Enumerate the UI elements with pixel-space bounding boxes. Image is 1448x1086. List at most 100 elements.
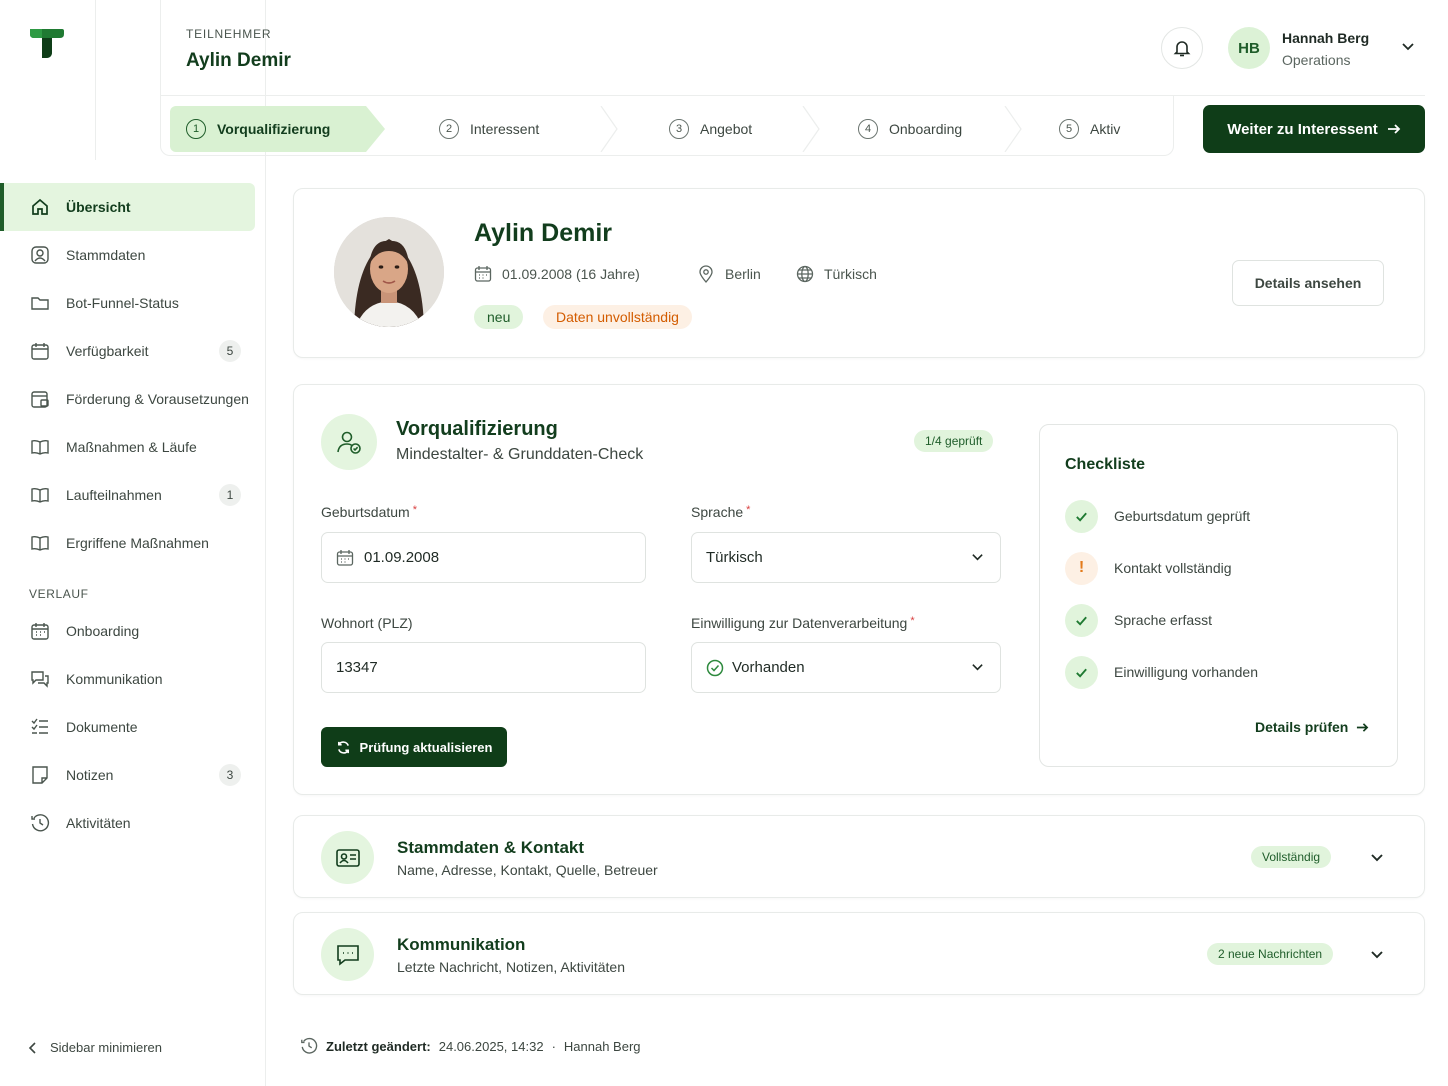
book-icon (30, 437, 50, 457)
check-icon (1065, 603, 1098, 637)
arrow-right-icon (1356, 721, 1369, 734)
consent-label: Einwilligung zur Datenverarbeitung * (691, 615, 915, 631)
home-icon (30, 197, 50, 217)
history-icon (30, 813, 50, 833)
sidebar-item-bot-funnel[interactable]: Bot-Funnel-Status (0, 279, 266, 327)
step-interessent[interactable]: 2 Interessent (439, 106, 539, 152)
sidebar-item-dokumente[interactable]: Dokumente (0, 703, 266, 751)
refresh-label: Prüfung aktualisieren (359, 739, 493, 755)
refresh-check-button[interactable]: Prüfung aktualisieren (321, 727, 507, 767)
sidebar-item-label: Verfügbarkeit (66, 343, 149, 359)
accordion-kommunikation[interactable]: Kommunikation Letzte Nachricht, Notizen,… (293, 912, 1425, 995)
user-check-icon (321, 414, 377, 470)
last-modified-user: Hannah Berg (563, 1038, 641, 1054)
count-badge: 5 (219, 340, 241, 362)
brand-logo[interactable] (28, 26, 66, 60)
location-pin-icon (697, 265, 715, 283)
prequalification-card: Vorqualifizierung Mindestalter- & Grundd… (293, 384, 1425, 795)
sidebar: Übersicht Stammdaten Bot-Funnel-Status V… (0, 0, 266, 1086)
sidebar-item-notizen[interactable]: Notizen 3 (0, 751, 266, 799)
calendar-icon (30, 341, 50, 361)
consent-value: Vorhanden (732, 659, 805, 676)
birthdate-field[interactable]: 01.09.2008 (321, 532, 646, 583)
last-modified-label: Zuletzt geändert: (326, 1038, 431, 1054)
step-aktiv[interactable]: 5 Aktiv (1059, 106, 1120, 152)
sidebar-item-stammdaten[interactable]: Stammdaten (0, 231, 266, 279)
user-role: Operations (1282, 52, 1351, 68)
chevron-down-icon[interactable] (1401, 40, 1415, 54)
calendar-icon (336, 549, 354, 567)
profile-card: Aylin Demir 01.09.2008 (16 Jahre) Berlin… (293, 188, 1425, 358)
step-vorqualifizierung[interactable]: 1 Vorqualifizierung (170, 106, 385, 152)
sidebar-item-label: Onboarding (66, 623, 140, 639)
next-stage-button[interactable]: Weiter zu Interessent (1203, 105, 1425, 153)
section-title: Vorqualifizierung (396, 418, 558, 440)
check-icon (1065, 655, 1098, 689)
next-stage-label: Weiter zu Interessent (1227, 120, 1378, 138)
checklist-item-label: Kontakt vollständig (1114, 560, 1232, 576)
check-details-link[interactable]: Details prüfen (1255, 719, 1369, 735)
refresh-icon (336, 740, 351, 755)
checklist-item-label: Einwilligung vorhanden (1114, 664, 1258, 680)
step-label: Interessent (470, 121, 540, 137)
sidebar-item-label: Übersicht (66, 199, 131, 215)
step-onboarding[interactable]: 4 Onboarding (858, 106, 962, 152)
page-title: Aylin Demir (186, 50, 291, 71)
status-badge-neu: neu (474, 305, 524, 329)
status-badge: Vollständig (1251, 846, 1332, 868)
sidebar-item-ergriffene-massnahmen[interactable]: Ergriffene Maßnahmen (0, 519, 266, 567)
step-number: 4 (858, 119, 878, 139)
sidebar-item-label: Bot-Funnel-Status (66, 295, 179, 311)
profile-birthdate: 01.09.2008 (16 Jahre) (474, 265, 640, 283)
step-angebot[interactable]: 3 Angebot (669, 106, 752, 152)
sidebar-item-foerderung[interactable]: Förderung & Vorausetzungen (0, 375, 266, 423)
sidebar-item-label: Dokumente (66, 719, 138, 735)
sidebar-item-uebersicht[interactable]: Übersicht (0, 183, 255, 231)
last-modified-timestamp: 24.06.2025, 14:32 (438, 1038, 544, 1054)
chevron-down-icon[interactable] (1370, 948, 1384, 962)
sidebar-item-kommunikation[interactable]: Kommunikation (0, 655, 266, 703)
sidebar-collapse-button[interactable]: Sidebar minimieren (28, 1040, 162, 1055)
chevron-down-icon (971, 551, 984, 564)
language-select[interactable]: Türkisch (691, 532, 1001, 583)
status-badge: 2 neue Nachrichten (1207, 943, 1334, 965)
accordion-stammdaten[interactable]: Stammdaten & Kontakt Name, Adresse, Kont… (293, 815, 1425, 898)
zip-field[interactable]: 13347 (321, 642, 646, 693)
zip-label: Wohnort (PLZ) (321, 615, 413, 631)
profile-city: Berlin (697, 265, 761, 283)
last-modified: Zuletzt geändert: 24.06.2025, 14:32 · Ha… (300, 1037, 641, 1055)
checklist-panel: Checkliste Geburtsdatum geprüft ! Kontak… (1039, 424, 1398, 767)
sidebar-item-label: Maßnahmen & Läufe (66, 439, 197, 455)
sidebar-item-verfuegbarkeit[interactable]: Verfügbarkeit 5 (0, 327, 266, 375)
birthdate-text: 01.09.2008 (16 Jahre) (502, 266, 640, 282)
profile-language: Türkisch (796, 265, 877, 283)
accordion-subtitle: Name, Adresse, Kontakt, Quelle, Betreuer (397, 862, 658, 878)
user-name[interactable]: Hannah Berg (1282, 30, 1369, 46)
chevron-down-icon (971, 661, 984, 674)
chevron-down-icon[interactable] (1370, 851, 1384, 865)
checklist-item: Sprache erfasst (1065, 603, 1212, 637)
arrow-right-icon (1387, 122, 1401, 136)
sidebar-item-label: Notizen (66, 767, 114, 783)
folder-icon (30, 293, 50, 313)
accordion-title: Kommunikation (397, 935, 526, 954)
sidebar-item-label: Stammdaten (66, 247, 146, 263)
sidebar-item-label: Aktivitäten (66, 815, 131, 831)
step-label: Aktiv (1090, 121, 1121, 137)
view-details-button[interactable]: Details ansehen (1232, 260, 1384, 306)
checklist-item-label: Sprache erfasst (1114, 612, 1213, 628)
sidebar-item-massnahmen[interactable]: Maßnahmen & Läufe (0, 423, 266, 471)
avatar[interactable]: HB (1228, 27, 1270, 69)
sidebar-item-label: Kommunikation (66, 671, 163, 687)
sidebar-item-aktivitaeten[interactable]: Aktivitäten (0, 799, 266, 847)
notifications-button[interactable] (1161, 27, 1203, 69)
consent-select[interactable]: Vorhanden (691, 642, 1001, 693)
sidebar-item-onboarding[interactable]: Onboarding (0, 607, 266, 655)
sidebar-item-laufteilnahmen[interactable]: Laufteilnahmen 1 (0, 471, 266, 519)
step-label: Onboarding (889, 121, 963, 137)
history-icon (300, 1037, 318, 1055)
sidebar-item-label: Förderung & Vorausetzungen (66, 391, 249, 407)
app-root: Übersicht Stammdaten Bot-Funnel-Status V… (0, 0, 1448, 1086)
city-text: Berlin (725, 266, 761, 282)
language-value: Türkisch (706, 549, 763, 566)
